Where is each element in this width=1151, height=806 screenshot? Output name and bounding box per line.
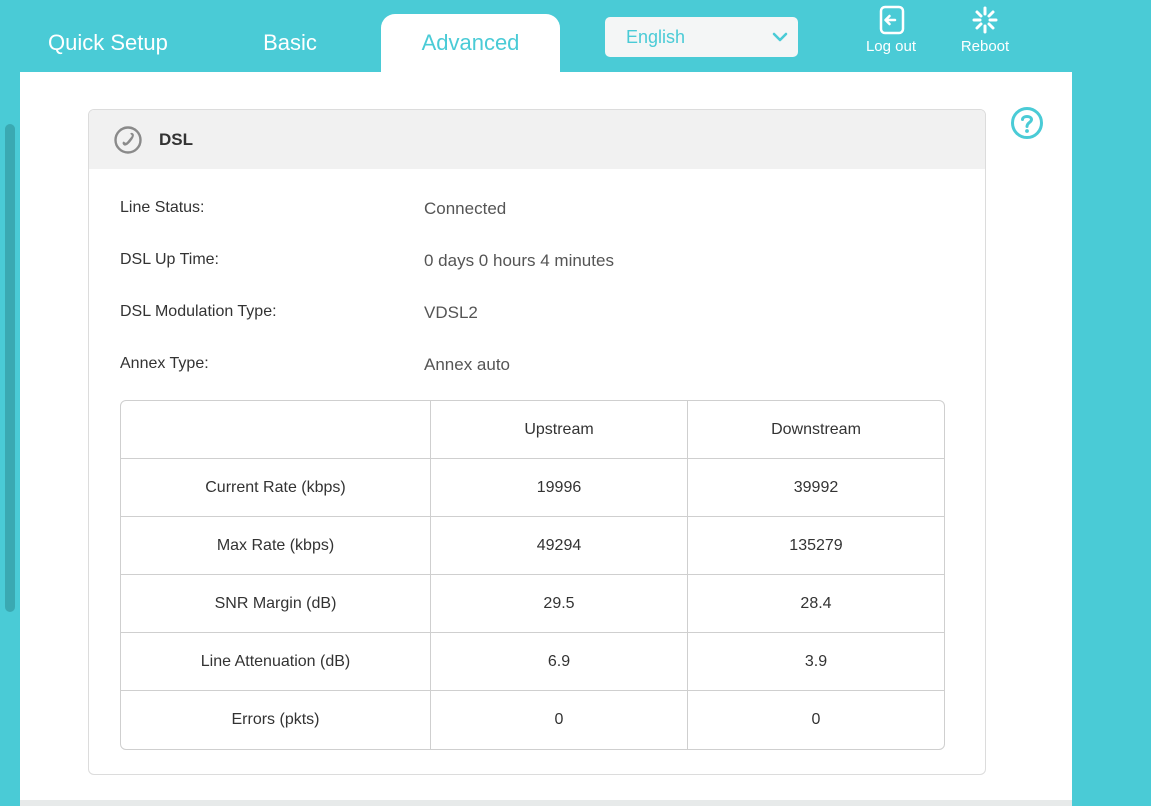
upstream-value: 29.5 <box>431 575 688 633</box>
upstream-value: 19996 <box>431 459 688 517</box>
language-select[interactable]: English <box>605 17 798 57</box>
line-status-label: Line Status: <box>120 199 205 216</box>
row-label: Line Attenuation (dB) <box>121 633 431 691</box>
bottom-divider <box>20 800 1072 806</box>
chevron-down-icon <box>772 32 788 42</box>
modulation-type-label: DSL Modulation Type: <box>120 303 277 320</box>
dsl-card-header: DSL <box>89 110 985 169</box>
language-select-value: English <box>626 26 686 47</box>
upstream-value: 6.9 <box>431 633 688 691</box>
dsl-stats-table: Upstream Downstream Current Rate (kbps) … <box>120 400 945 750</box>
table-row: Line Attenuation (dB) 6.9 3.9 <box>121 633 944 691</box>
modulation-type-value: VDSL2 <box>424 303 478 322</box>
downstream-value: 28.4 <box>688 575 944 633</box>
downstream-value: 0 <box>811 711 821 728</box>
upstream-value: 0 <box>431 691 688 749</box>
downstream-value: 3.9 <box>688 633 944 691</box>
line-status-value: Connected <box>424 199 507 218</box>
top-navigation: Quick Setup Basic Advanced English Log o… <box>0 0 1151 72</box>
table-header-downstream: Downstream <box>688 401 944 459</box>
reboot-button[interactable]: Reboot <box>950 4 1020 60</box>
page-scrollbar[interactable] <box>5 124 15 612</box>
row-label: Current Rate (kbps) <box>121 459 431 517</box>
reboot-label: Reboot <box>960 38 1010 55</box>
table-row: Max Rate (kbps) 49294 135279 <box>121 517 944 575</box>
tab-advanced[interactable]: Advanced <box>381 14 560 72</box>
logout-button[interactable]: Log out <box>856 4 926 60</box>
table-row: Current Rate (kbps) 19996 39992 <box>121 459 944 517</box>
upstream-value: 49294 <box>431 517 688 575</box>
annex-type-value: Annex auto <box>424 355 511 374</box>
help-icon[interactable] <box>1010 106 1044 140</box>
dsl-card: DSL Line Status: Connected DSL Up Time: … <box>88 109 986 775</box>
phone-icon <box>114 125 142 154</box>
row-label: Max Rate (kbps) <box>121 517 431 575</box>
logout-label: Log out <box>865 38 917 55</box>
row-label: SNR Margin (dB) <box>121 575 431 633</box>
tab-quick-setup[interactable]: Quick Setup <box>48 14 172 72</box>
dsl-title: DSL <box>159 129 193 149</box>
annex-type-label: Annex Type: <box>120 355 209 372</box>
table-header-blank <box>121 401 431 459</box>
table-header-upstream: Upstream <box>431 401 688 459</box>
downstream-value: 39992 <box>688 459 944 517</box>
dsl-uptime-value: 0 days 0 hours 4 minutes <box>424 251 614 270</box>
downstream-value: 135279 <box>688 517 944 575</box>
tab-basic[interactable]: Basic <box>236 14 344 72</box>
table-row: SNR Margin (dB) 29.5 28.4 <box>121 575 944 633</box>
reboot-icon <box>972 6 998 34</box>
table-row: Errors (pkts) 0 0 <box>121 691 944 749</box>
row-label: Errors (pkts) <box>121 691 431 749</box>
table-header-row: Upstream Downstream <box>121 401 944 459</box>
logout-icon <box>879 5 905 35</box>
dsl-uptime-label: DSL Up Time: <box>120 251 219 268</box>
